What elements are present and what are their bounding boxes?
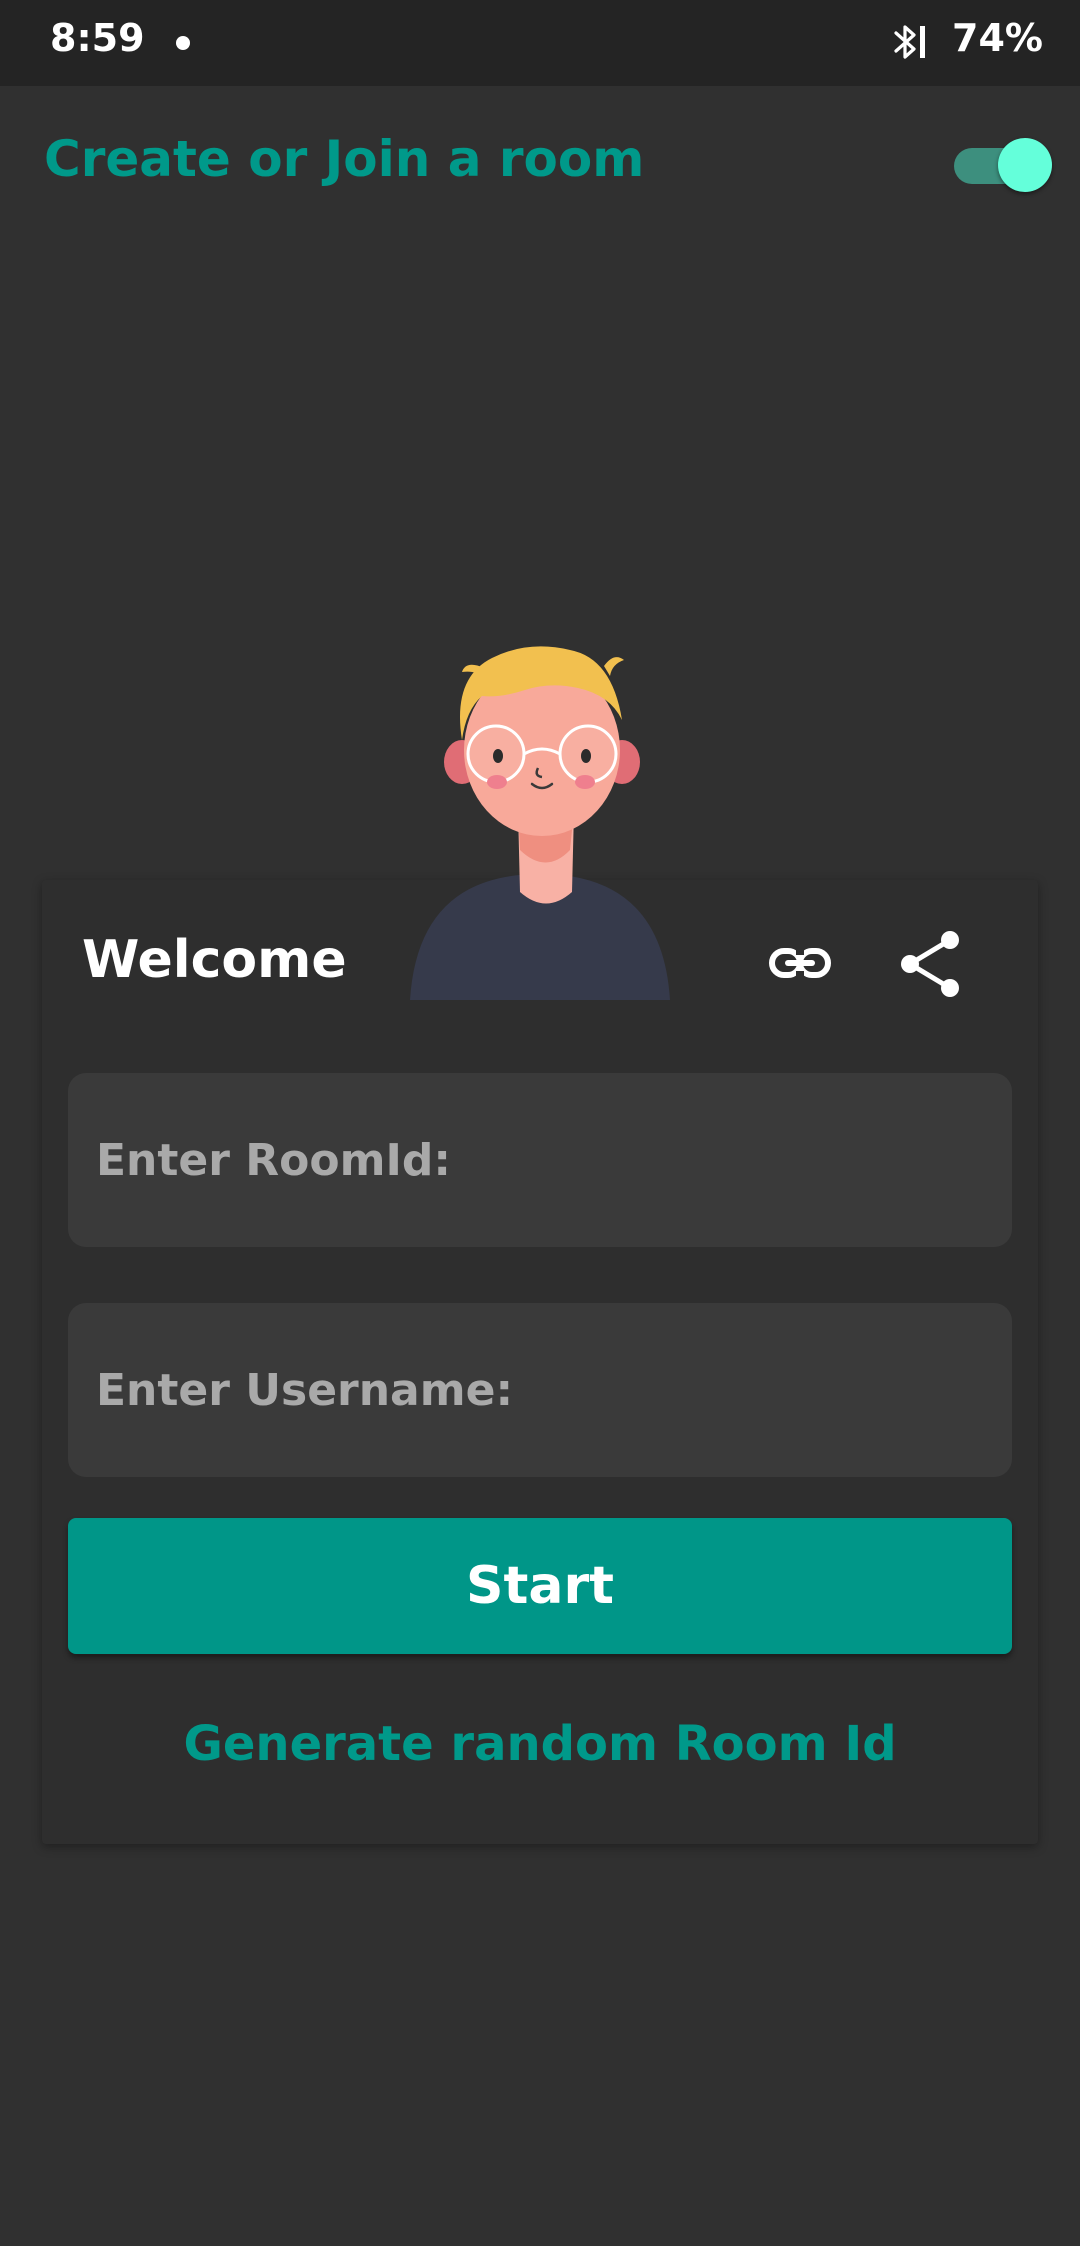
copy-link-button[interactable] bbox=[764, 930, 836, 996]
roomid-input[interactable] bbox=[68, 1073, 1012, 1247]
link-icon bbox=[769, 947, 831, 979]
page-title: Create or Join a room bbox=[44, 130, 645, 188]
battery-percent: 74% bbox=[952, 16, 1043, 60]
status-time: 8:59 bbox=[50, 16, 145, 60]
bluetooth-icon bbox=[888, 20, 932, 68]
generate-room-id-link[interactable]: Generate random Room Id bbox=[68, 1716, 1012, 1772]
notification-dot-icon bbox=[176, 36, 190, 50]
card-title: Welcome bbox=[82, 930, 347, 990]
roomid-field[interactable] bbox=[68, 1073, 1012, 1247]
toggle-knob bbox=[998, 138, 1052, 192]
username-input[interactable] bbox=[68, 1303, 1012, 1477]
username-field[interactable] bbox=[68, 1303, 1012, 1477]
share-icon bbox=[901, 931, 959, 997]
start-button[interactable]: Start bbox=[68, 1518, 1012, 1654]
status-bar: 8:59 74% bbox=[0, 0, 1080, 86]
share-button[interactable] bbox=[896, 928, 968, 1000]
theme-toggle[interactable] bbox=[952, 136, 1054, 192]
avatar bbox=[400, 630, 680, 1004]
